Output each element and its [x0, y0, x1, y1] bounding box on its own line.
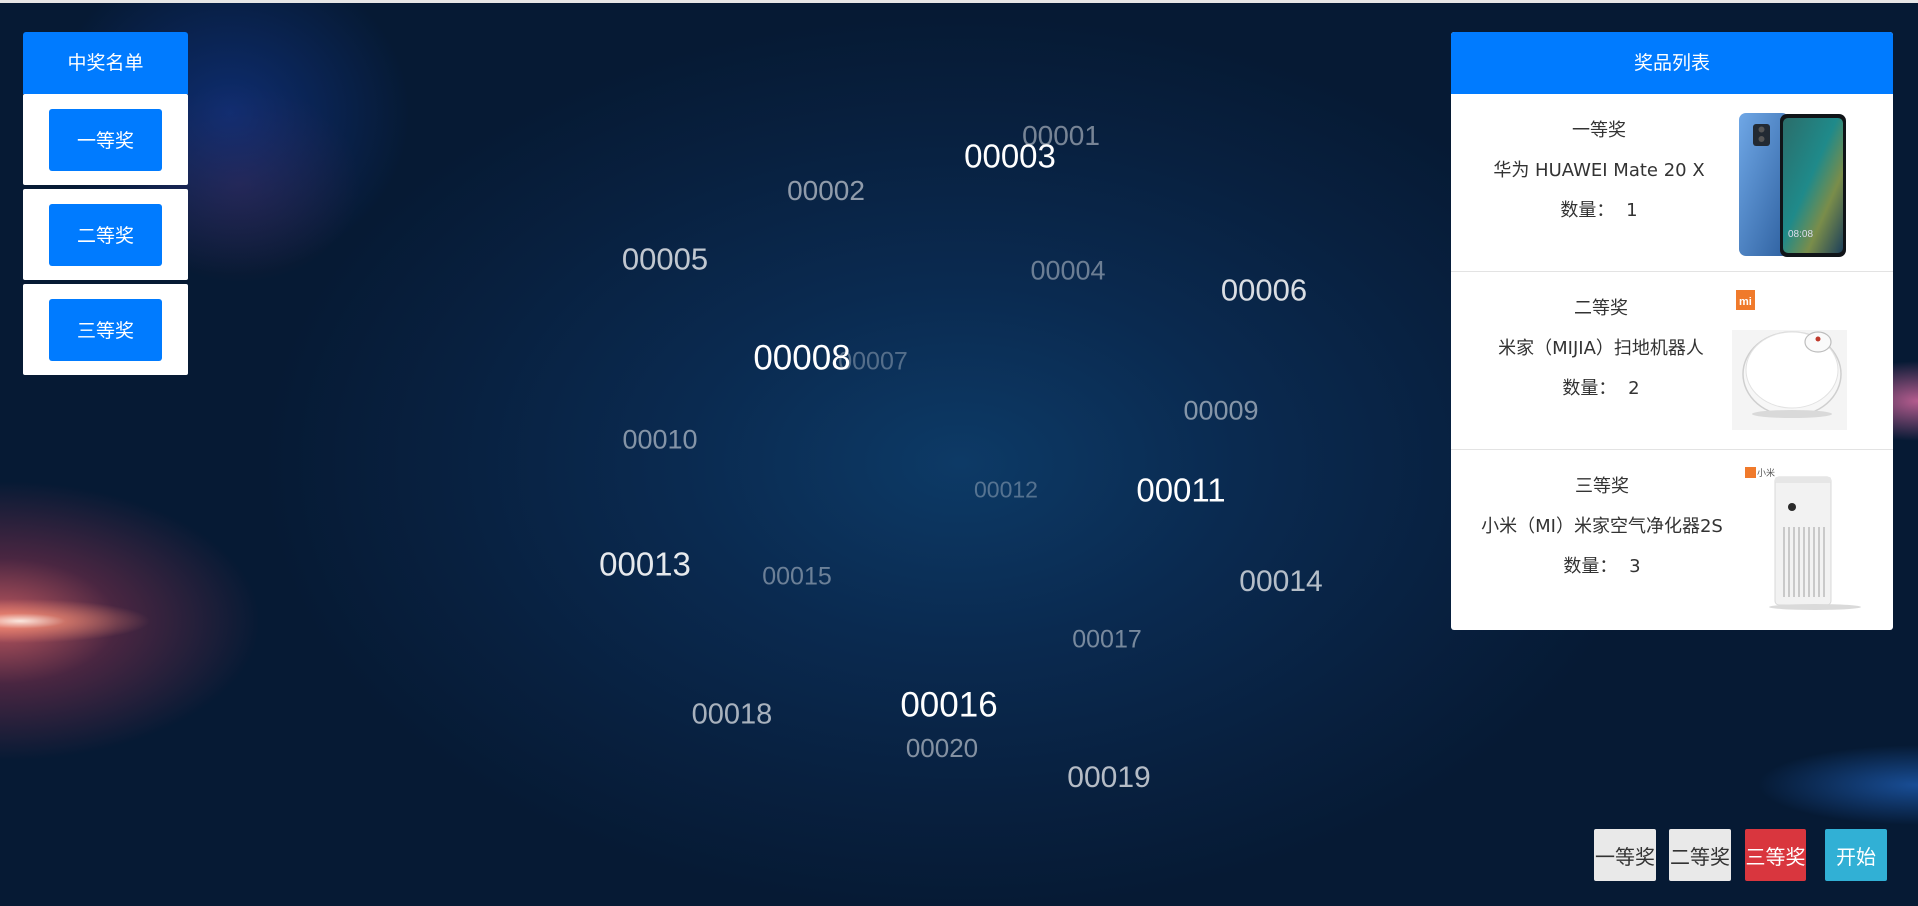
lottery-number: 00009 — [1183, 395, 1259, 426]
lottery-number: 00020 — [905, 733, 979, 763]
prize-level-label: 一等奖 — [1572, 120, 1626, 141]
lottery-number: 00015 — [762, 562, 832, 591]
prize-name: 米家（MIJIA）扫地机器人 — [1498, 338, 1704, 359]
prize-item-second: 二等奖 米家（MIJIA）扫地机器人 数量： 2 mi — [1451, 272, 1893, 450]
prize-quantity: 数量： 1 — [1454, 191, 1744, 231]
lottery-number: 00017 — [1072, 625, 1142, 654]
prize-quantity-value: 2 — [1628, 378, 1640, 399]
prize-quantity-label: 数量： — [1560, 200, 1615, 221]
prize-info: 一等奖 华为 HUAWEI Mate 20 X 数量： 1 — [1454, 111, 1744, 231]
prize-name: 华为 HUAWEI Mate 20 X — [1493, 160, 1705, 181]
svg-text:小米: 小米 — [1757, 467, 1775, 479]
winners-item-second: 二等奖 — [23, 189, 188, 280]
lottery-number: 00012 — [974, 476, 1038, 503]
robot-vacuum-image: mi — [1732, 290, 1847, 430]
lottery-number: 00016 — [900, 685, 998, 725]
prize-item-third: 三等奖 小米（MI）米家空气净化器2S 数量： 3 小米 — [1451, 450, 1893, 630]
air-purifier-image: 小米 — [1745, 467, 1865, 617]
winners-panel-title: 中奖名单 — [23, 32, 188, 94]
winners-item-third: 三等奖 — [23, 284, 188, 375]
lottery-number: 00006 — [1220, 272, 1308, 308]
prize-level-label: 三等奖 — [1575, 476, 1629, 497]
lottery-number: 00019 — [1067, 761, 1151, 794]
first-prize-winners-button[interactable]: 一等奖 — [49, 108, 162, 171]
prize-quantity: 数量： 3 — [1462, 547, 1742, 587]
winners-item-first: 一等奖 — [23, 94, 188, 185]
prize-level-label: 二等奖 — [1574, 298, 1628, 319]
start-button[interactable]: 开始 — [1825, 829, 1887, 881]
prize-list-panel: 奖品列表 一等奖 华为 HUAWEI Mate 20 X 数量： 1 08:08… — [1451, 32, 1893, 630]
prize-quantity-label: 数量： — [1563, 556, 1618, 577]
prize-item-first: 一等奖 华为 HUAWEI Mate 20 X 数量： 1 08:08 — [1451, 94, 1893, 272]
lottery-number: 00013 — [599, 545, 691, 583]
prize-quantity-value: 3 — [1629, 556, 1641, 577]
lottery-number: 00005 — [621, 241, 709, 277]
second-prize-winners-button[interactable]: 二等奖 — [49, 203, 162, 266]
lottery-stage: 中奖名单 一等奖 二等奖 三等奖 00001 00003 00002 00005… — [0, 0, 1918, 906]
prize-name: 小米（MI）米家空气净化器2S — [1481, 516, 1723, 537]
winners-panel: 中奖名单 一等奖 二等奖 三等奖 — [23, 32, 188, 379]
lottery-number: 00008 — [753, 338, 851, 378]
phone-image: 08:08 — [1736, 111, 1846, 257]
lottery-number: 00014 — [1239, 565, 1323, 598]
svg-text:mi: mi — [1739, 296, 1752, 308]
prize-quantity-value: 1 — [1626, 200, 1638, 221]
draw-second-prize-button[interactable]: 二等奖 — [1669, 829, 1731, 881]
draw-third-prize-button[interactable]: 三等奖 — [1745, 829, 1806, 881]
third-prize-winners-button[interactable]: 三等奖 — [49, 298, 162, 361]
lottery-number: 00010 — [622, 424, 698, 455]
lottery-number: 00018 — [691, 698, 773, 731]
lottery-number: 00003 — [964, 137, 1056, 175]
prize-quantity-label: 数量： — [1562, 378, 1617, 399]
prize-info: 二等奖 米家（MIJIA）扫地机器人 数量： 2 — [1456, 289, 1746, 409]
xiaomi-logo-icon — [1745, 467, 1756, 478]
lottery-number: 00011 — [1136, 471, 1226, 509]
prize-quantity: 数量： 2 — [1456, 369, 1746, 409]
lottery-number: 00002 — [787, 175, 865, 206]
prize-list-title: 奖品列表 — [1451, 32, 1893, 94]
svg-text:08:08: 08:08 — [1788, 229, 1813, 240]
lottery-number: 00004 — [1030, 255, 1106, 286]
prize-info: 三等奖 小米（MI）米家空气净化器2S 数量： 3 — [1462, 467, 1742, 587]
draw-first-prize-button[interactable]: 一等奖 — [1594, 829, 1656, 881]
